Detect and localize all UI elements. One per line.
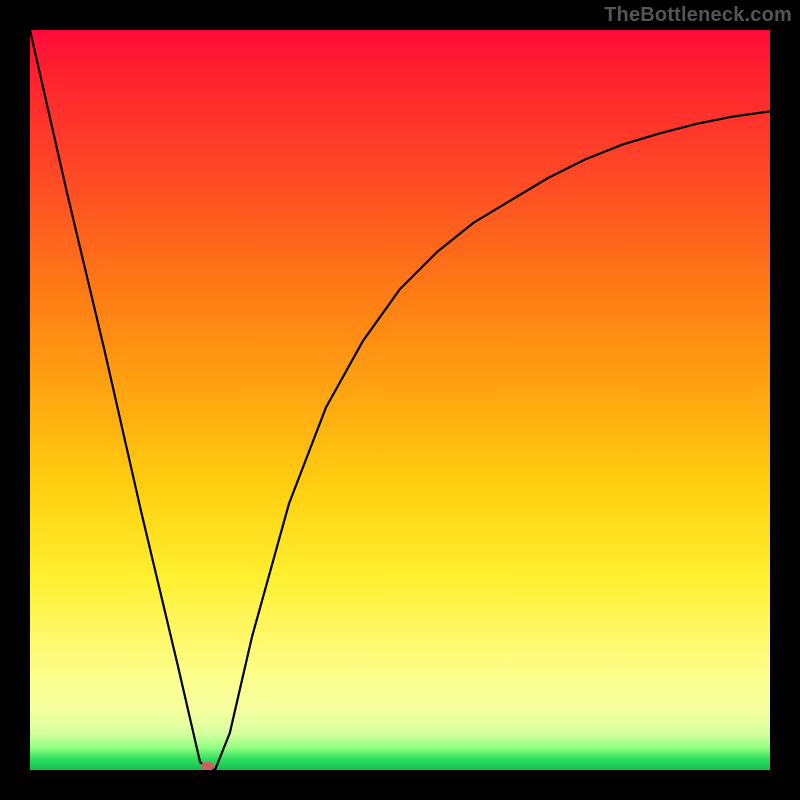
- watermark-text: TheBottleneck.com: [604, 4, 792, 27]
- bottleneck-curve: [30, 30, 770, 770]
- chart-frame: TheBottleneck.com: [0, 0, 800, 800]
- plot-area: [30, 30, 770, 770]
- curve-layer: [30, 30, 770, 770]
